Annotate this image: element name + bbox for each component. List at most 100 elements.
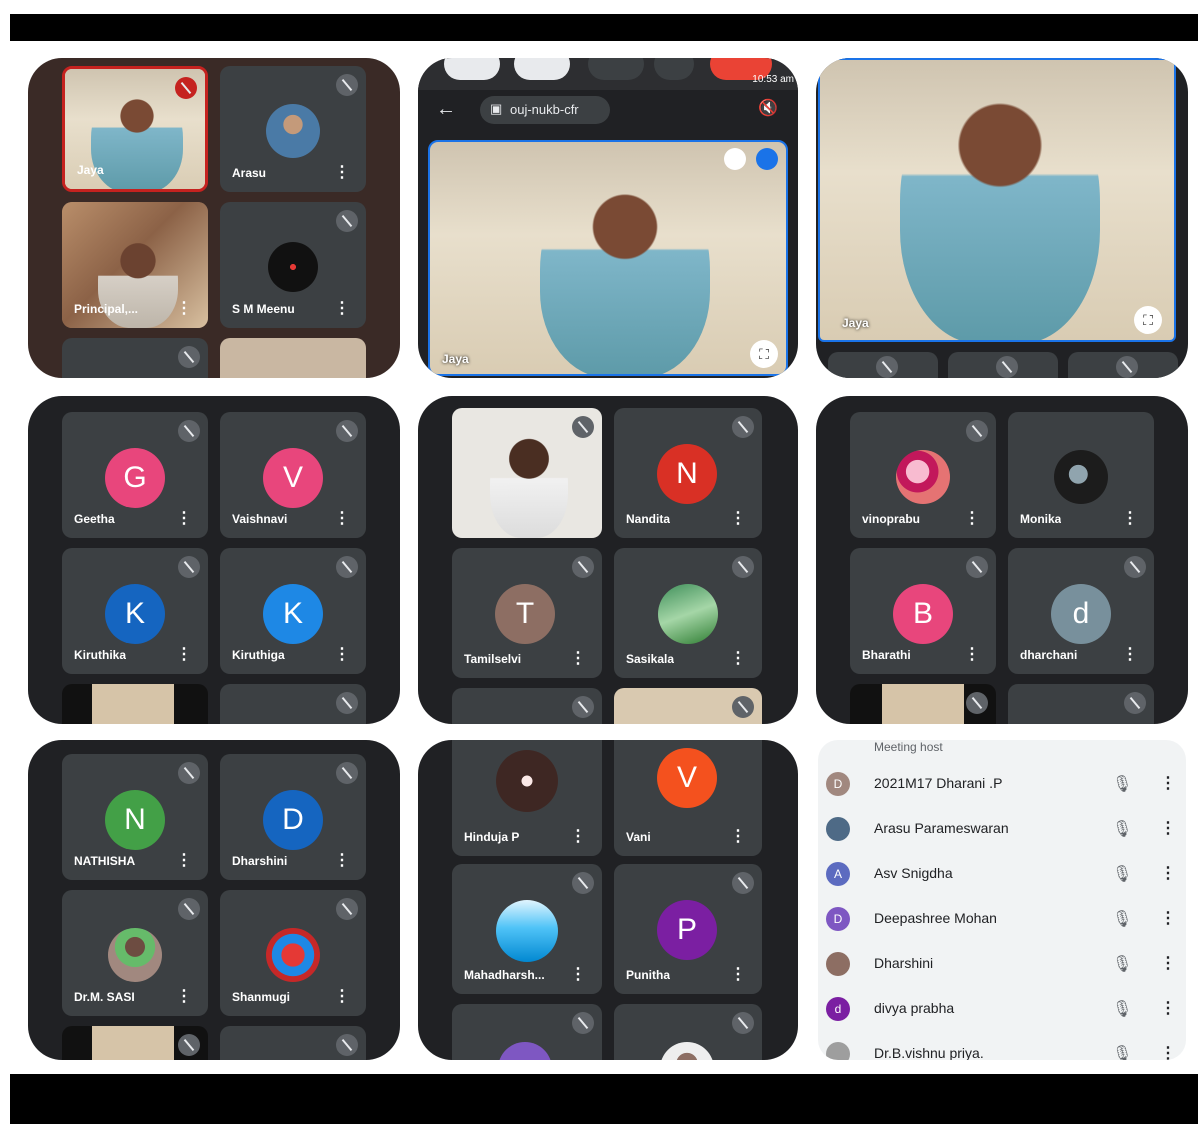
participant-tile[interactable] [614, 1004, 762, 1060]
participant-tile[interactable]: Dr.M. SASI ⋮ [62, 890, 208, 1016]
mic-off-icon [572, 872, 594, 894]
more-options-icon[interactable]: ⋮ [176, 301, 192, 317]
participant-row[interactable]: Dharshini 🎙 ⋮ [818, 944, 1186, 989]
participant-row[interactable]: D Deepashree Mohan 🎙 ⋮ [818, 899, 1186, 944]
avatar: G [105, 448, 165, 508]
more-options-icon[interactable]: ⋮ [176, 989, 192, 1005]
more-options-icon[interactable]: ⋮ [730, 967, 746, 983]
more-options-icon[interactable]: ⋮ [1122, 511, 1138, 527]
participant-tile[interactable] [452, 408, 602, 538]
participant-tile[interactable]: vinoprabu ⋮ [850, 412, 996, 538]
participant-tile[interactable]: Hinduja P ⋮ [452, 740, 602, 856]
participant-tile[interactable]: B Bharathi ⋮ [850, 548, 996, 674]
participant-tile[interactable]: K Kiruthika ⋮ [62, 548, 208, 674]
participant-tile[interactable]: D Dharshini ⋮ [220, 754, 366, 880]
participant-tile[interactable]: Arasu ⋮ [220, 66, 366, 192]
flip-camera-button[interactable] [588, 58, 644, 80]
participant-tile[interactable]: Shanmugi ⋮ [220, 890, 366, 1016]
more-options-icon[interactable]: ⋮ [1160, 818, 1176, 838]
participant-tile[interactable] [452, 1004, 602, 1060]
participant-tile[interactable] [850, 684, 996, 724]
participant-row[interactable]: Dr.B.vishnu priya. 🎙 ⋮ [818, 1034, 1186, 1060]
avatar: D [263, 790, 323, 850]
pin-icon[interactable] [724, 148, 746, 170]
more-options-icon[interactable]: ⋮ [334, 511, 350, 527]
back-arrow-icon[interactable]: ← [436, 98, 456, 121]
participant-tile[interactable] [62, 338, 208, 378]
more-options-icon[interactable]: ⋮ [570, 829, 586, 845]
more-options-icon[interactable]: ⋮ [730, 829, 746, 845]
participant-tile[interactable] [220, 338, 366, 378]
more-options-icon[interactable]: ⋮ [964, 647, 980, 663]
mic-button[interactable] [514, 58, 570, 80]
more-options-icon[interactable]: ⋮ [1160, 863, 1176, 883]
participant-row[interactable]: d divya prabha 🎙 ⋮ [818, 989, 1186, 1034]
more-options-icon[interactable]: ⋮ [334, 989, 350, 1005]
participant-tile[interactable]: Monika ⋮ [1008, 412, 1154, 538]
participant-tile[interactable]: V Vani ⋮ [614, 740, 762, 856]
participant-tile[interactable]: V Vaishnavi ⋮ [220, 412, 366, 538]
participant-row[interactable]: A Asv Snigdha 🎙 ⋮ [818, 854, 1186, 899]
more-options-icon[interactable]: ⋮ [730, 651, 746, 667]
mic-off-icon [178, 762, 200, 784]
participant-tile[interactable]: N NATHISHA ⋮ [62, 754, 208, 880]
mic-off-icon [336, 420, 358, 442]
more-options-icon[interactable]: ⋮ [570, 967, 586, 983]
avatar [896, 450, 950, 504]
mic-off-icon [966, 556, 988, 578]
participant-tile[interactable]: K Kiruthiga ⋮ [220, 548, 366, 674]
participant-tile[interactable] [452, 688, 602, 724]
speaking-icon [756, 148, 778, 170]
participant-tile[interactable]: Sasikala ⋮ [614, 548, 762, 678]
participant-row[interactable]: D 2021M17 Dharani .P 🎙 ⋮ [818, 764, 1186, 809]
participant-tile[interactable]: S M Meenu ⋮ [220, 202, 366, 328]
mic-off-icon: 🎙 [1112, 821, 1133, 838]
more-options-icon[interactable]: ⋮ [334, 647, 350, 663]
participant-tile[interactable] [948, 352, 1058, 378]
more-options-icon[interactable]: ⋮ [1160, 953, 1176, 973]
more-options-icon[interactable]: ⋮ [334, 165, 350, 181]
participant-tile[interactable]: N Nandita ⋮ [614, 408, 762, 538]
participant-name: Jaya [77, 163, 104, 177]
participant-tile[interactable]: Jaya [62, 66, 208, 192]
participant-name: Dharshini [874, 955, 934, 971]
more-options-icon[interactable]: ⋮ [176, 511, 192, 527]
participant-tile[interactable] [828, 352, 938, 378]
more-options-icon[interactable]: ⋮ [1160, 998, 1176, 1018]
meet-grid-panel-6: vinoprabu ⋮ Monika ⋮ B Bharathi ⋮ d dhar… [816, 396, 1188, 724]
fullscreen-icon[interactable]: ⛶ [1134, 306, 1162, 334]
participant-tile[interactable]: Principal,... ⋮ [62, 202, 208, 328]
participant-tile[interactable] [1068, 352, 1178, 378]
more-button[interactable] [654, 58, 694, 80]
participant-tile[interactable]: Mahadharsh... ⋮ [452, 864, 602, 994]
more-options-icon[interactable]: ⋮ [1160, 773, 1176, 793]
more-options-icon[interactable]: ⋮ [334, 301, 350, 317]
participant-tile[interactable]: d dharchani ⋮ [1008, 548, 1154, 674]
participant-tile[interactable] [1008, 684, 1154, 724]
participant-tile[interactable] [614, 688, 762, 724]
participant-name: dharchani [1020, 648, 1078, 662]
more-options-icon[interactable]: ⋮ [176, 853, 192, 869]
fullscreen-icon[interactable]: ⛶ [750, 340, 778, 368]
more-options-icon[interactable]: ⋮ [730, 511, 746, 527]
participant-tile[interactable] [220, 1026, 366, 1060]
participant-tile[interactable] [62, 684, 208, 724]
speaker-off-icon[interactable]: 🔇 [758, 98, 778, 118]
more-options-icon[interactable]: ⋮ [1160, 908, 1176, 928]
more-options-icon[interactable]: ⋮ [1122, 647, 1138, 663]
more-options-icon[interactable]: ⋮ [570, 651, 586, 667]
more-options-icon[interactable]: ⋮ [334, 853, 350, 869]
participant-name: Vani [626, 830, 651, 844]
more-options-icon[interactable]: ⋮ [176, 647, 192, 663]
mic-off-icon [336, 692, 358, 714]
more-options-icon[interactable]: ⋮ [1160, 1043, 1176, 1060]
participant-tile[interactable]: G Geetha ⋮ [62, 412, 208, 538]
participant-row[interactable]: Arasu Parameswaran 🎙 ⋮ [818, 809, 1186, 854]
participant-tile[interactable]: P Punitha ⋮ [614, 864, 762, 994]
participant-tile[interactable] [220, 684, 366, 724]
participant-tile[interactable]: T Tamilselvi ⋮ [452, 548, 602, 678]
meeting-code-chip[interactable]: ▣ ouj-nukb-cfr [480, 96, 610, 124]
participant-tile[interactable] [62, 1026, 208, 1060]
camera-button[interactable] [444, 58, 500, 80]
more-options-icon[interactable]: ⋮ [964, 511, 980, 527]
